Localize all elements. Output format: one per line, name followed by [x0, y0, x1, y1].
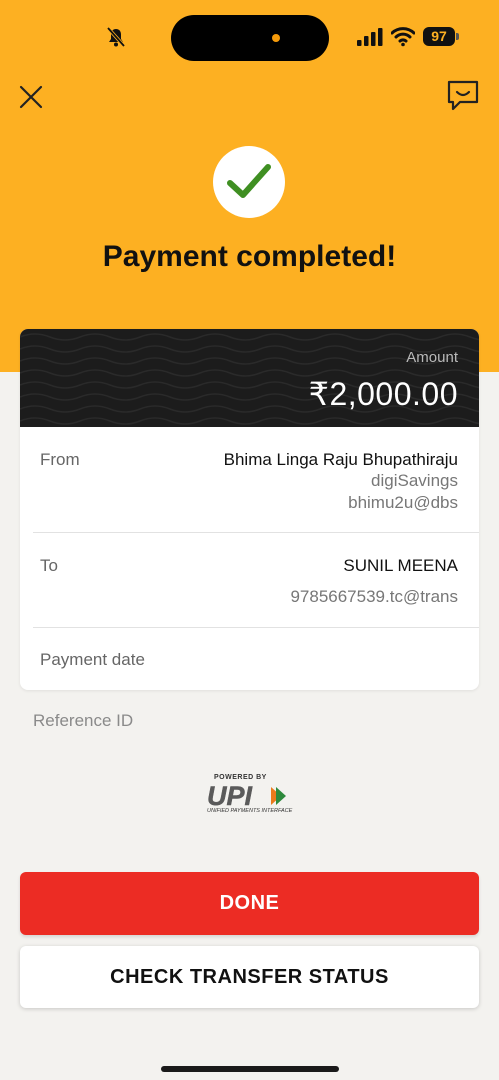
signal-icon: [356, 27, 384, 47]
upi-logo: POWERED BY UPI UNIFIED PAYMENTS INTERFAC…: [205, 774, 295, 818]
to-name: SUNIL MEENA: [343, 556, 458, 575]
reference-id-label: Reference ID: [33, 711, 134, 730]
upi-powered-by: POWERED BY: [214, 774, 267, 781]
bell-slash-icon: [105, 26, 127, 48]
done-button[interactable]: DONE: [20, 872, 479, 935]
to-label: To: [40, 556, 58, 575]
close-icon: [19, 85, 43, 109]
success-badge: [213, 146, 285, 218]
page-title: Payment completed!: [102, 240, 397, 273]
close-button[interactable]: [18, 84, 44, 110]
amount-value: ₹2,000.00: [308, 376, 458, 412]
payment-date-label: Payment date: [40, 650, 145, 669]
chat-icon: [447, 80, 479, 111]
from-name: Bhima Linga Raju Bhupathiraju: [223, 450, 458, 469]
privacy-indicator: [272, 34, 280, 42]
divider: [33, 532, 479, 533]
chat-button[interactable]: [446, 79, 480, 113]
upi-mark: UPI: [207, 782, 286, 808]
status-bar: 97: [0, 0, 499, 70]
amount-section: Amount ₹2,000.00: [20, 329, 479, 427]
to-vpa: 9785667539.tc@trans: [290, 587, 458, 606]
battery-tip: [456, 33, 459, 40]
dynamic-island: [171, 15, 329, 61]
upi-subtitle: UNIFIED PAYMENTS INTERFACE: [207, 808, 293, 814]
home-indicator: [161, 1066, 339, 1072]
checkmark-icon: [227, 164, 271, 198]
amount-label: Amount: [406, 349, 458, 366]
from-account: digiSavings: [371, 471, 458, 490]
from-label: From: [40, 450, 80, 469]
payment-details-card: Amount ₹2,000.00 From Bhima Linga Raju B…: [20, 329, 479, 690]
divider: [33, 627, 479, 628]
battery-icon: 97: [423, 27, 455, 46]
from-vpa: bhimu2u@dbs: [348, 493, 458, 512]
upi-mark-text: UPI: [207, 782, 253, 808]
wifi-icon: [390, 25, 416, 47]
check-transfer-status-button[interactable]: CHECK TRANSFER STATUS: [20, 946, 479, 1008]
